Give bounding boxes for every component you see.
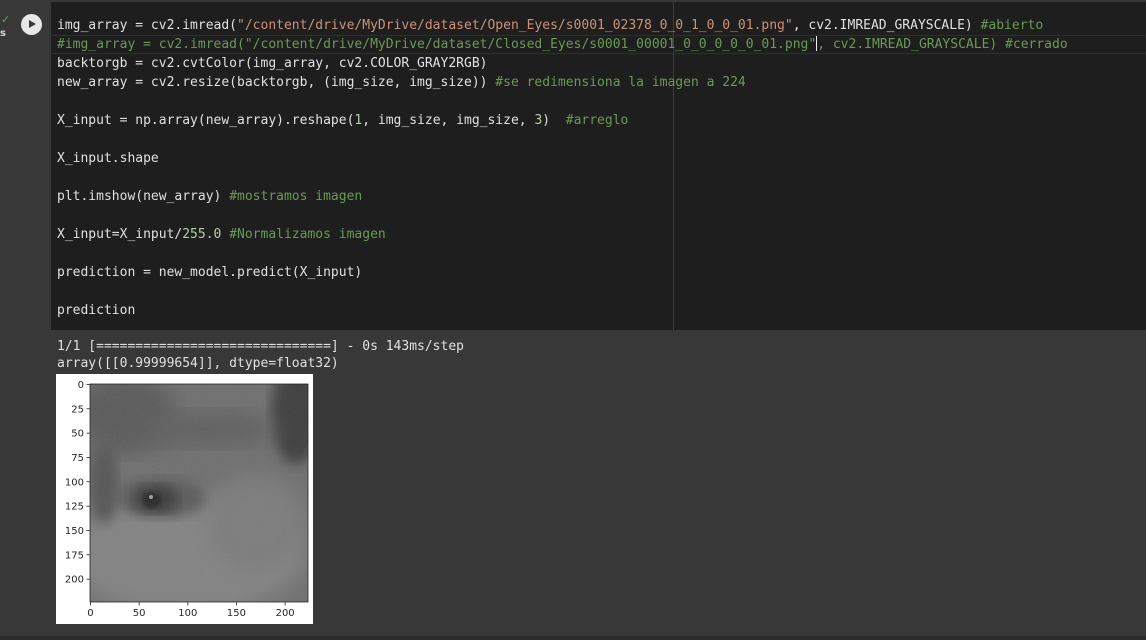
- code-line-3[interactable]: backtorgb = cv2.cvtColor(img_array, cv2.…: [57, 54, 487, 73]
- code-line-1[interactable]: img_array = cv2.imread("/content/drive/M…: [57, 16, 1043, 35]
- execution-status: ✓ s: [0, 14, 11, 44]
- play-icon: [29, 20, 36, 28]
- y-tick-label: 25: [71, 404, 84, 415]
- prediction-output: array([[0.99999654]], dtype=float32): [57, 356, 339, 371]
- y-tick-label: 125: [65, 502, 84, 513]
- x-tick-label: 50: [133, 608, 146, 619]
- eye-image: [90, 384, 308, 602]
- code-line-12[interactable]: X_input=X_input/255.0 #Normalizamos imag…: [57, 225, 386, 244]
- progress-output: 1/1 [==============================] - 0…: [57, 339, 464, 354]
- x-tick-label: 0: [87, 608, 93, 619]
- x-tick-label: 150: [227, 608, 246, 619]
- code-line-16[interactable]: prediction: [57, 301, 135, 320]
- y-tick-label: 50: [71, 429, 84, 440]
- code-line-6[interactable]: X_input = np.array(new_array).reshape(1,…: [57, 111, 628, 130]
- code-line-10[interactable]: plt.imshow(new_array) #mostramos imagen: [57, 187, 362, 206]
- y-tick-label: 100: [65, 477, 84, 488]
- code-line-4[interactable]: new_array = cv2.resize(backtorgb, (img_s…: [57, 73, 746, 92]
- code-line-14[interactable]: prediction = new_model.predict(X_input): [57, 263, 362, 282]
- code-line-8[interactable]: X_input.shape: [57, 149, 159, 168]
- execution-time: s: [0, 28, 6, 39]
- y-tick-label: 200: [65, 575, 84, 586]
- cell-gutter: [0, 0, 11, 330]
- y-axis: 0 25 50 75 100 125 150 175 200: [65, 380, 90, 586]
- y-tick-label: 0: [78, 380, 84, 391]
- run-cell-button[interactable]: [21, 14, 42, 35]
- check-icon: ✓: [1, 13, 11, 26]
- y-tick-label: 75: [71, 453, 84, 464]
- code-line-2[interactable]: #img_array = cv2.imread("/content/drive/…: [57, 35, 1068, 54]
- cell-toolbar-area: [11, 2, 51, 330]
- imshow-plot: 0 25 50 75 100 125 150 175 200 0 50 100 150 200: [65, 380, 309, 619]
- x-tick-label: 100: [178, 608, 197, 619]
- y-tick-label: 175: [65, 550, 84, 561]
- x-axis: 0 50 100 150 200: [87, 602, 295, 619]
- imshow-figure: 0 25 50 75 100 125 150 175 200 0 50 100 150 200: [56, 374, 313, 624]
- x-tick-label: 200: [276, 608, 295, 619]
- y-tick-label: 150: [65, 526, 84, 537]
- cell-bottom-border: [0, 636, 1146, 640]
